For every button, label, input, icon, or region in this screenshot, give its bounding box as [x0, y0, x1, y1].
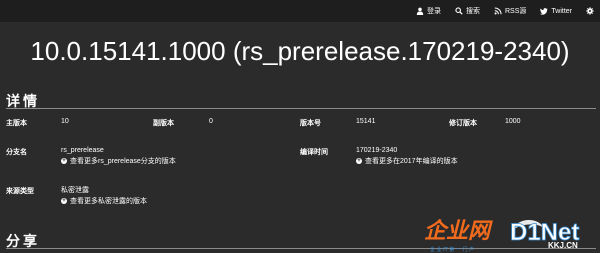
- nav-rss[interactable]: RSS源: [494, 6, 526, 16]
- major-version-label: 主版本: [6, 120, 27, 127]
- user-icon: [416, 7, 424, 15]
- nav-settings[interactable]: [586, 7, 594, 15]
- major-version-value: 10: [61, 118, 69, 125]
- revision-value: 1000: [505, 118, 521, 125]
- minor-version-label: 副版本: [153, 120, 174, 127]
- nav-twitter[interactable]: Twitter: [540, 7, 572, 15]
- build-number-label: 版本号: [300, 120, 321, 127]
- nav-rss-label: RSS源: [504, 8, 527, 15]
- details-divider: [6, 108, 596, 109]
- branch-more-link[interactable]: + 查看更多rs_prerelease分支的版本: [61, 156, 176, 166]
- watermark-brand: 企业网: [424, 218, 493, 244]
- twitter-icon: [540, 8, 548, 15]
- plus-circle-icon: +: [61, 198, 67, 204]
- plus-circle-icon: +: [61, 158, 67, 164]
- source-type-label: 来源类型: [6, 188, 34, 195]
- source-type-value: 私密泄露: [61, 187, 89, 194]
- branch-value: rs_prerelease: [61, 147, 104, 154]
- nav-search-label: 搜索: [465, 8, 480, 15]
- plus-circle-icon: +: [356, 158, 362, 164]
- branch-label: 分支名: [6, 149, 27, 156]
- branch-more-link-label: 查看更多rs_prerelease分支的版本: [70, 158, 176, 165]
- nav-twitter-label: Twitter: [551, 7, 572, 15]
- gear-icon: [586, 7, 594, 15]
- watermark-logo: 企业网 D1Net KKJ.CN 企 业 IT 第 一 门 户: [424, 218, 580, 253]
- compiled-more-link[interactable]: + 查看更多在2017年编译的版本: [356, 156, 458, 166]
- build-number-value: 15141: [356, 118, 376, 125]
- search-icon: [455, 7, 463, 15]
- watermark-site: KKJ.CN: [548, 241, 578, 250]
- nav-login-label: 登录: [426, 8, 441, 15]
- compiled-label: 编译时间: [300, 149, 328, 156]
- compiled-value: 170219-2340: [356, 147, 398, 154]
- source-more-link[interactable]: + 查看更多私密泄露的版本: [61, 196, 147, 206]
- top-nav-bar: 登录 搜索 RSS源 Twitter: [0, 0, 600, 22]
- source-more-link-label: 查看更多私密泄露的版本: [70, 198, 147, 205]
- revision-label: 修订版本: [449, 120, 477, 127]
- nav-search[interactable]: 搜索: [455, 6, 480, 16]
- minor-version-value: 0: [209, 118, 213, 125]
- compiled-more-link-label: 查看更多在2017年编译的版本: [365, 158, 458, 165]
- watermark-slogan: 企 业 IT 第 一 门 户: [430, 246, 474, 253]
- page-title: 10.0.15141.1000 (rs_prerelease.170219-23…: [30, 36, 570, 66]
- nav-login[interactable]: 登录: [416, 6, 441, 16]
- rss-icon: [494, 7, 502, 15]
